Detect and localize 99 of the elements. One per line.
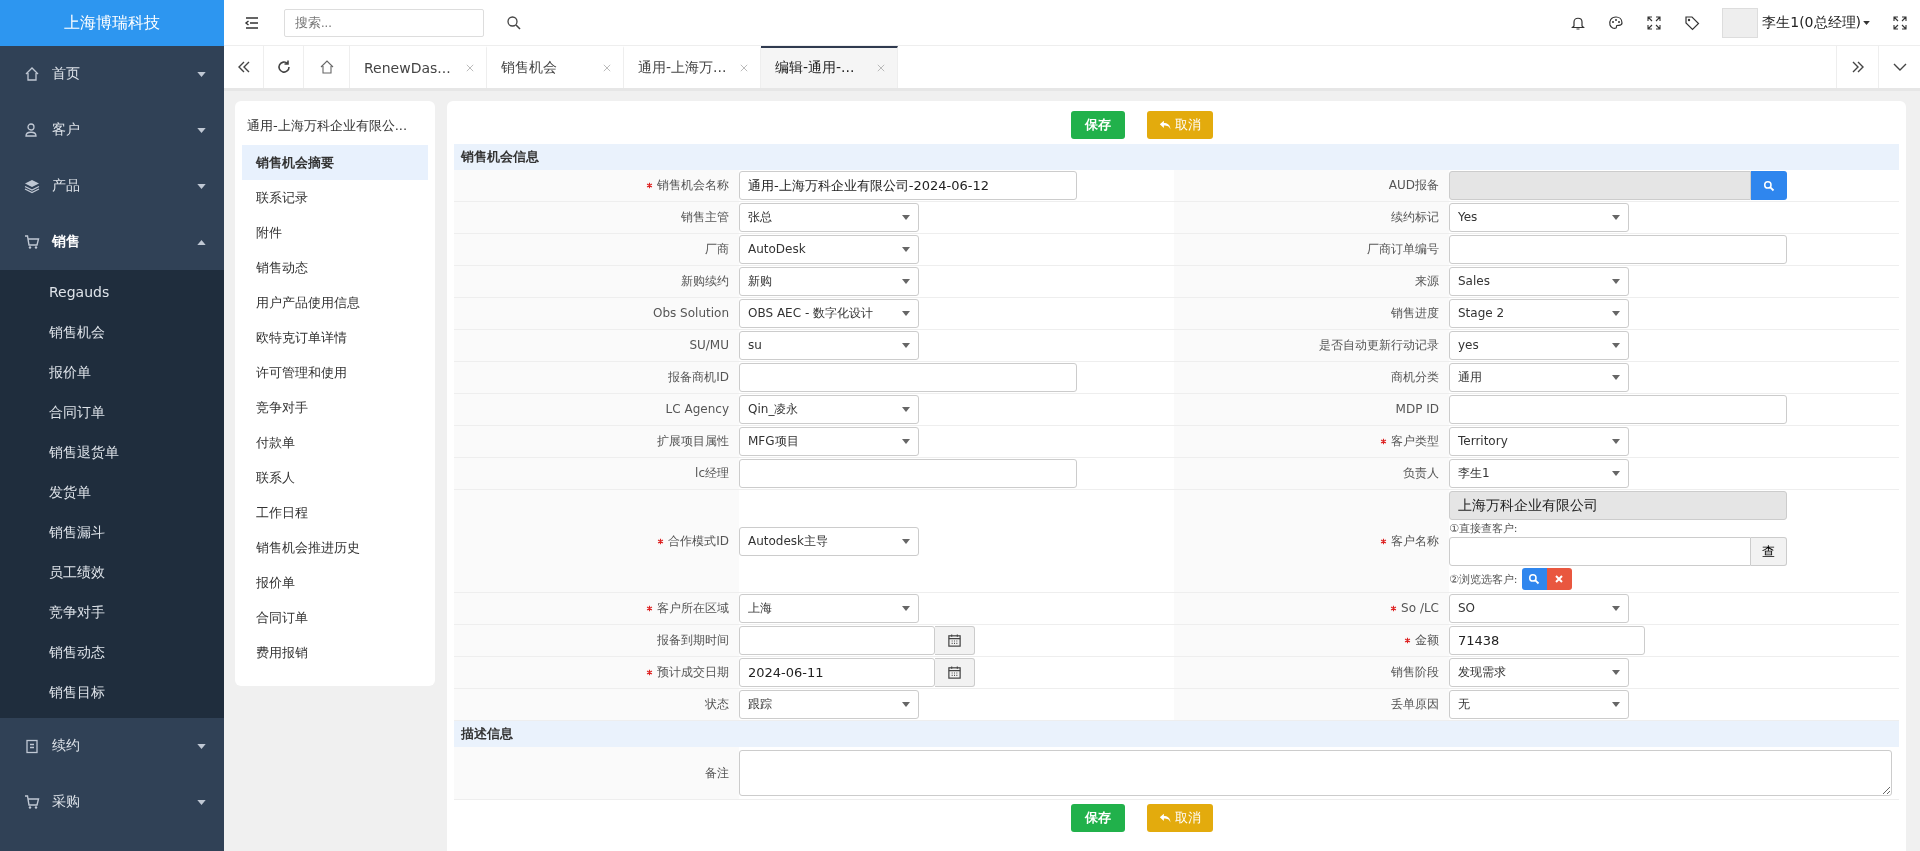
field-label: LC Agency	[454, 394, 739, 425]
field-label: So /LC	[1174, 593, 1449, 625]
field-label: 丢单原因	[1174, 689, 1449, 721]
select-field[interactable]: 通用	[1449, 363, 1629, 392]
field-label: 厂商	[454, 234, 739, 265]
select-field[interactable]: 上海	[739, 594, 919, 624]
record-menu-item[interactable]: 联系人	[242, 460, 428, 495]
field-label: 状态	[454, 689, 739, 721]
record-menu-item[interactable]: 付款单	[242, 425, 428, 460]
field-label: 是否自动更新行动记录	[1174, 330, 1449, 361]
field-label: 来源	[1174, 266, 1449, 297]
field-label: 续约标记	[1174, 202, 1449, 233]
query-button[interactable]: 查	[1751, 537, 1787, 567]
hint-text: ①直接查客户:	[1449, 522, 1519, 536]
sidebar-item[interactable]: 销售	[0, 214, 224, 270]
field-label: 客户名称	[1174, 490, 1449, 593]
select-field[interactable]: 新购	[739, 267, 919, 296]
field-label: 销售机会名称	[454, 170, 739, 201]
field-label: MDP ID	[1174, 394, 1449, 425]
input-field[interactable]: 通用-上海万科企业有限公司-2024-06-12	[739, 171, 1077, 200]
record-menu-item[interactable]: 工作日程	[242, 495, 428, 530]
page-tab[interactable]: 编辑-通用-...	[761, 46, 898, 88]
record-menu-item[interactable]: 销售机会摘要	[242, 145, 428, 180]
record-menu-item[interactable]: 销售机会推进历史	[242, 530, 428, 565]
select-field[interactable]: yes	[1449, 331, 1629, 360]
field-label: 报备商机ID	[454, 362, 739, 393]
select-field[interactable]: 跟踪	[739, 690, 919, 720]
sidebar-item[interactable]: 客户	[0, 102, 224, 158]
record-menu-item[interactable]: 联系记录	[242, 180, 428, 215]
user-name[interactable]: 李生1(0总经理)	[1762, 13, 1861, 32]
select-field[interactable]: su	[739, 331, 919, 360]
search-field[interactable]: 搜索...	[284, 8, 484, 37]
select-field[interactable]: Qin_凌永	[739, 395, 919, 424]
page-tab[interactable]: RenewDas...	[350, 46, 487, 88]
field-label: 新购续约	[454, 266, 739, 297]
record-menu-item[interactable]: 报价单	[242, 565, 428, 600]
logo-text: 上海博瑞科技	[0, 0, 224, 46]
field-label: 合作模式ID	[454, 490, 739, 593]
select-field[interactable]: 无	[1449, 690, 1629, 720]
field-label: Obs Solution	[454, 298, 739, 329]
sidebar-subitem[interactable]: 报价单	[0, 352, 224, 392]
sidebar-subitem[interactable]: 员工绩效	[0, 552, 224, 592]
field-label: 扩展项目属性	[454, 426, 739, 457]
select-field[interactable]: OBS AEC - 数字化设计	[739, 299, 919, 328]
field-label: 报备到期时间	[454, 625, 739, 657]
select-field[interactable]: Territory	[1449, 427, 1629, 456]
page-tab[interactable]: 销售机会	[487, 46, 624, 88]
field-label: 客户所在区域	[454, 593, 739, 625]
sidebar-subitem[interactable]: 销售退货单	[0, 432, 224, 472]
select-field[interactable]: 张总	[739, 203, 919, 232]
field-label: 销售进度	[1174, 298, 1449, 329]
field-label: 负责人	[1174, 458, 1449, 489]
sidebar-subitem[interactable]: 发货单	[0, 472, 224, 512]
sidebar-item[interactable]: 产品	[0, 158, 224, 214]
field-label: lc经理	[454, 458, 739, 489]
record-menu-item[interactable]: 合同订单	[242, 600, 428, 635]
record-menu-item[interactable]: 许可管理和使用	[242, 355, 428, 390]
select-field[interactable]: Autodesk主导	[739, 526, 919, 556]
record-menu-item[interactable]: 用户产品使用信息	[242, 285, 428, 320]
date-field[interactable]: 2024-06-11	[739, 658, 935, 688]
select-field[interactable]: MFG项目	[739, 427, 919, 456]
input-field[interactable]: 71438	[1449, 626, 1645, 656]
select-field[interactable]: Yes	[1449, 203, 1629, 232]
field-label: 商机分类	[1174, 362, 1449, 393]
record-title: 通用-上海万科企业有限公...	[246, 117, 409, 135]
field-label: 销售主管	[454, 202, 739, 233]
sidebar-item[interactable]: 采购	[0, 774, 224, 830]
field-label: 客户类型	[1174, 426, 1449, 457]
sidebar-item[interactable]: 续约	[0, 718, 224, 774]
sidebar-item[interactable]: 首页	[0, 46, 224, 102]
field-label: 备注	[454, 747, 739, 800]
sidebar-subitem[interactable]: 销售动态	[0, 632, 224, 672]
section-header: 描述信息	[454, 721, 1899, 748]
field-label: AUD报备	[1174, 170, 1449, 201]
select-field[interactable]: SO	[1449, 594, 1629, 624]
record-menu-item[interactable]: 附件	[242, 215, 428, 250]
field-label: 销售阶段	[1174, 657, 1449, 689]
sidebar-subitem[interactable]: 销售目标	[0, 672, 224, 712]
customer-name-field: 上海万科企业有限公司	[1449, 491, 1787, 520]
select-field[interactable]: AutoDesk	[739, 235, 919, 264]
sidebar-subitem[interactable]: 销售机会	[0, 312, 224, 352]
sidebar-subitem[interactable]: 竞争对手	[0, 592, 224, 632]
select-field[interactable]: 发现需求	[1449, 658, 1629, 688]
record-menu-item[interactable]: 欧特克订单详情	[242, 320, 428, 355]
sidebar-subitem[interactable]: Regauds	[0, 272, 224, 312]
field-label: 金额	[1174, 625, 1449, 657]
record-menu-item[interactable]: 竞争对手	[242, 390, 428, 425]
field-label: 预计成交日期	[454, 657, 739, 689]
field-label: SU/MU	[454, 330, 739, 361]
record-menu-item[interactable]: 销售动态	[242, 250, 428, 285]
sidebar-subitem[interactable]: 合同订单	[0, 392, 224, 432]
select-field[interactable]: Stage 2	[1449, 299, 1629, 328]
sidebar-subitem[interactable]: 销售漏斗	[0, 512, 224, 552]
field-label: 厂商订单编号	[1174, 234, 1449, 265]
hint-text: ②浏览选客户:	[1449, 572, 1518, 586]
record-menu-item[interactable]: 费用报销	[242, 635, 428, 670]
select-field[interactable]: Sales	[1449, 267, 1629, 296]
select-field[interactable]: 李生1	[1449, 459, 1629, 488]
section-header: 销售机会信息	[454, 144, 1899, 170]
